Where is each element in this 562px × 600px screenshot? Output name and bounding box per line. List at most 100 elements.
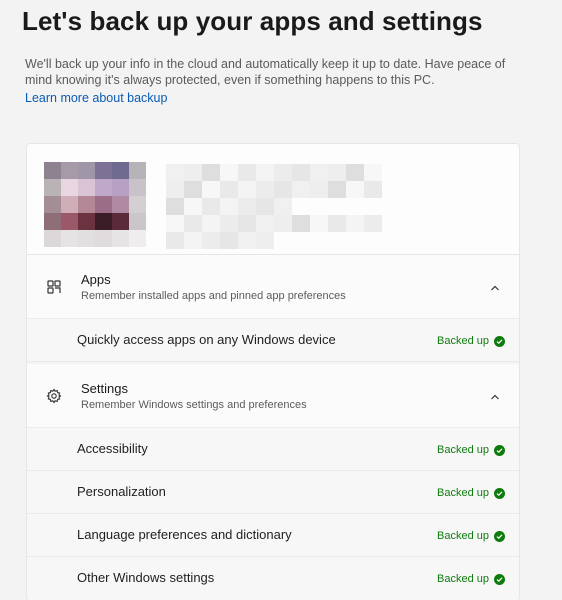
blur-pixel xyxy=(328,232,346,249)
check-icon xyxy=(494,444,505,456)
blur-pixel xyxy=(78,179,95,196)
row-label: Language preferences and dictionary xyxy=(77,527,292,542)
blur-pixel xyxy=(292,181,310,198)
blur-pixel xyxy=(112,230,129,247)
blur-pixel xyxy=(184,215,202,232)
page-title: Let's back up your apps and settings xyxy=(22,6,483,36)
blur-pixel xyxy=(292,198,310,215)
blur-pixel xyxy=(166,198,184,215)
blur-pixel xyxy=(61,230,78,247)
blur-pixel xyxy=(78,196,95,213)
blur-pixel xyxy=(364,232,382,249)
blur-pixel xyxy=(256,181,274,198)
blur-pixel xyxy=(184,232,202,249)
blur-pixel xyxy=(129,213,146,230)
blur-pixel xyxy=(78,162,95,179)
blur-pixel xyxy=(274,181,292,198)
blur-pixel xyxy=(220,164,238,181)
blur-pixel xyxy=(346,215,364,232)
blur-pixel xyxy=(44,162,61,179)
row-label: Other Windows settings xyxy=(77,570,215,585)
blurred-account-name xyxy=(166,164,382,249)
settings-section-subtitle: Remember Windows settings and preference… xyxy=(81,399,307,411)
blur-pixel xyxy=(274,215,292,232)
blur-pixel xyxy=(95,162,112,179)
blur-pixel xyxy=(274,164,292,181)
blur-pixel xyxy=(166,215,184,232)
blur-pixel xyxy=(346,232,364,249)
blur-pixel xyxy=(184,164,202,181)
check-icon xyxy=(494,530,505,542)
learn-more-link[interactable]: Learn more about backup xyxy=(25,91,167,105)
blur-pixel xyxy=(292,232,310,249)
blur-pixel xyxy=(95,213,112,230)
account-header xyxy=(27,144,519,255)
blur-pixel xyxy=(328,198,346,215)
blur-pixel xyxy=(112,179,129,196)
blur-pixel xyxy=(292,215,310,232)
list-item: Other Windows settings Backed up xyxy=(27,557,519,600)
blur-pixel xyxy=(220,198,238,215)
blur-pixel xyxy=(184,198,202,215)
blur-pixel xyxy=(44,230,61,247)
blur-pixel xyxy=(346,164,364,181)
blur-pixel xyxy=(310,198,328,215)
list-item: Quickly access apps on any Windows devic… xyxy=(27,319,519,362)
blur-pixel xyxy=(310,215,328,232)
blur-pixel xyxy=(274,232,292,249)
row-label: Quickly access apps on any Windows devic… xyxy=(77,332,336,347)
blur-pixel xyxy=(292,164,310,181)
blur-pixel xyxy=(78,213,95,230)
chevron-up-icon[interactable] xyxy=(489,281,501,293)
backup-card: Apps Remember installed apps and pinned … xyxy=(26,143,520,600)
blur-pixel xyxy=(220,215,238,232)
check-icon xyxy=(494,335,505,347)
blur-pixel xyxy=(238,215,256,232)
chevron-up-icon[interactable] xyxy=(489,390,501,402)
row-label: Personalization xyxy=(77,484,166,499)
blur-pixel xyxy=(61,196,78,213)
blur-pixel xyxy=(44,213,61,230)
status-badge: Backed up xyxy=(437,530,505,542)
blur-pixel xyxy=(129,179,146,196)
status-text: Backed up xyxy=(437,444,489,456)
blur-pixel xyxy=(202,232,220,249)
blur-pixel xyxy=(238,198,256,215)
blur-pixel xyxy=(328,181,346,198)
blur-pixel xyxy=(328,164,346,181)
blur-pixel xyxy=(112,213,129,230)
blurred-avatar xyxy=(44,162,146,247)
gear-icon xyxy=(46,388,62,404)
blur-pixel xyxy=(256,232,274,249)
blur-pixel xyxy=(364,198,382,215)
apps-section-subtitle: Remember installed apps and pinned app p… xyxy=(81,290,346,302)
blur-pixel xyxy=(256,164,274,181)
blur-pixel xyxy=(202,164,220,181)
apps-section-header[interactable]: Apps Remember installed apps and pinned … xyxy=(27,255,519,319)
list-item: Accessibility Backed up xyxy=(27,428,519,471)
apps-icon xyxy=(46,279,62,295)
blur-pixel xyxy=(364,181,382,198)
check-icon xyxy=(494,487,505,499)
blur-pixel xyxy=(61,162,78,179)
list-item: Language preferences and dictionary Back… xyxy=(27,514,519,557)
row-label: Accessibility xyxy=(77,441,148,456)
status-text: Backed up xyxy=(437,335,489,347)
blur-pixel xyxy=(95,230,112,247)
blur-pixel xyxy=(166,164,184,181)
blur-pixel xyxy=(44,196,61,213)
blur-pixel xyxy=(310,232,328,249)
blur-pixel xyxy=(166,232,184,249)
apps-section-title: Apps xyxy=(81,272,111,287)
blur-pixel xyxy=(129,162,146,179)
blur-pixel xyxy=(61,179,78,196)
status-text: Backed up xyxy=(437,487,489,499)
status-text: Backed up xyxy=(437,530,489,542)
status-badge: Backed up xyxy=(437,335,505,347)
blur-pixel xyxy=(328,215,346,232)
blur-pixel xyxy=(166,181,184,198)
settings-section-header[interactable]: Settings Remember Windows settings and p… xyxy=(27,364,519,428)
blur-pixel xyxy=(112,196,129,213)
blur-pixel xyxy=(256,215,274,232)
blur-pixel xyxy=(78,230,95,247)
